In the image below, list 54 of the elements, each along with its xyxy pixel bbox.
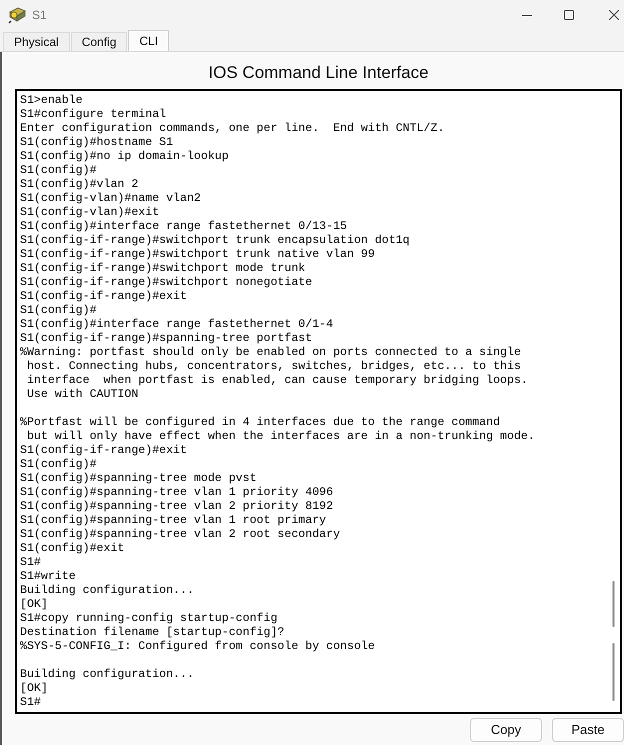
- tab[interactable]: Physical: [3, 32, 70, 51]
- terminal-line: S1(config)#hostname S1: [20, 136, 174, 149]
- terminal-line: host. Connecting hubs, concentrators, switches, bridges, etc... to this: [26, 360, 521, 373]
- terminal-line: S1(config)#interface range fastethernet 0/13-15: [20, 220, 347, 233]
- terminal-line: interface when portfast is enabled, can cause temporary bridging loops.: [26, 374, 528, 387]
- terminal-line: S1(config-vlan)#exit: [20, 206, 160, 219]
- terminal-line: S1(config)#spanning-tree vlan 2 priority 8192: [20, 500, 334, 513]
- terminal-line: S1(config)#: [20, 304, 97, 317]
- terminal-line: S1(config)#vlan 2: [20, 178, 138, 191]
- terminal-line: Building configuration...: [20, 584, 194, 597]
- terminal-line: S1#write: [20, 570, 76, 583]
- terminal-line: S1#copy running-config startup-config: [20, 612, 278, 625]
- action-button[interactable]: Paste: [552, 718, 624, 742]
- terminal-line: Use with CAUTION: [26, 388, 138, 401]
- terminal-line: %Warning: portfast should only be enabled on ports connected to a single: [20, 346, 521, 359]
- terminal-line: S1(config)#no ip domain-lookup: [20, 150, 229, 163]
- terminal-line: S1>enable: [20, 94, 83, 107]
- scroll-bar[interactable]: [612, 581, 615, 701]
- terminal-line: S1(config)#spanning-tree vlan 1 priority 4096: [20, 486, 334, 499]
- device-icon: [8, 6, 26, 24]
- terminal-line: S1(config)#spanning-tree vlan 2 root secondary: [20, 528, 340, 541]
- tab[interactable]: Config: [70, 32, 128, 51]
- terminal-line: S1(config)#: [20, 164, 97, 177]
- terminal-line: S1(config-if-range)#exit: [20, 290, 187, 303]
- terminal-line: S1(config)#exit: [20, 542, 124, 555]
- terminal-line: Destination filename [startup-config]?: [20, 626, 284, 639]
- maximize-icon: [564, 10, 574, 20]
- terminal-line: S1(config)#spanning-tree mode pvst: [20, 472, 257, 485]
- terminal-line: S1(config-if-range)#switchport nonegotiate: [20, 276, 312, 289]
- terminal-line: Building configuration...: [20, 668, 194, 681]
- terminal-line: S1(config-if-range)#spanning-tree portfast: [20, 332, 312, 345]
- terminal-line: S1(config-if-range)#switchport trunk native vlan 99: [20, 248, 375, 261]
- close-icon: [609, 10, 619, 20]
- terminal-line: S1(config)#interface range fastethernet 0/1-4: [20, 318, 334, 331]
- terminal-line: [OK]: [20, 682, 48, 695]
- terminal-line: S1(config-if-range)#switchport mode trunk: [20, 262, 306, 275]
- terminal-line: S1#: [20, 556, 41, 569]
- action-button[interactable]: Copy: [470, 718, 542, 742]
- window-title: S1: [32, 8, 47, 22]
- panel-title: IOS Command Line Interface: [208, 62, 429, 82]
- terminal-line: but will only have effect when the interfaces are in a non-trunking mode.: [26, 430, 535, 443]
- tab[interactable]: CLI: [128, 30, 170, 51]
- terminal-line: [OK]: [20, 598, 48, 611]
- terminal-line: %Portfast will be configured in 4 interfaces due to the range command: [20, 416, 500, 429]
- minimize-icon: [522, 14, 532, 16]
- terminal-line: S1(config-if-range)#switchport trunk encapsulation dot1q: [20, 234, 410, 247]
- terminal-line: S1(config-vlan)#name vlan2: [20, 192, 201, 205]
- terminal-line: %SYS-5-CONFIG_I: Configured from console by console: [20, 640, 375, 653]
- terminal-line: S1#configure terminal: [20, 108, 166, 121]
- terminal-line: S1#: [20, 696, 41, 709]
- terminal-line: S1(config-if-range)#exit: [20, 444, 187, 457]
- terminal-line: Enter configuration commands, one per line. End with CNTL/Z.: [20, 122, 444, 135]
- terminal-line: S1(config)#: [20, 458, 97, 471]
- terminal-line: S1(config)#spanning-tree vlan 1 root primary: [20, 514, 326, 527]
